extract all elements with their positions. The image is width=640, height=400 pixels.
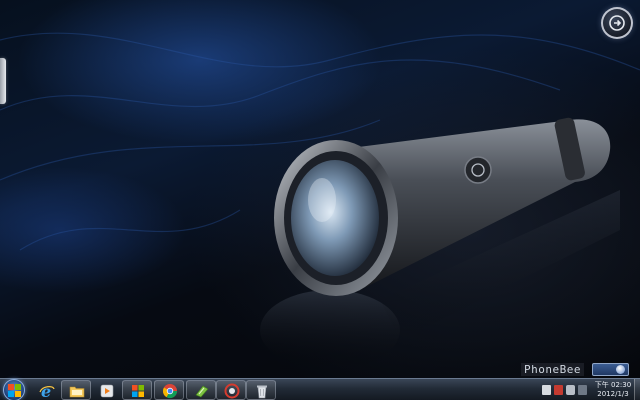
network-icon[interactable] <box>554 385 563 395</box>
flag-icon[interactable] <box>542 385 551 395</box>
power-icon <box>609 15 625 31</box>
watermark-text: PhoneBee <box>521 363 584 376</box>
flashlight-wallpaper <box>0 32 640 370</box>
taskbar-chrome[interactable] <box>154 380 184 400</box>
taskbar-internet-explorer[interactable]: e <box>31 380 61 400</box>
taskbar-recycle-bin[interactable] <box>246 380 276 400</box>
taskbar-green-app[interactable] <box>186 380 216 400</box>
windows-logo-icon <box>8 384 21 397</box>
ie-icon: e <box>39 383 55 399</box>
taskbar-media-player[interactable] <box>91 380 121 400</box>
circle-app-icon <box>224 383 240 399</box>
start-button[interactable] <box>3 379 25 400</box>
clock-date[interactable]: 2012/1/3 <box>592 390 634 398</box>
power-button[interactable] <box>601 7 633 39</box>
chrome-icon <box>162 384 178 399</box>
taskbar: e 下午 02:30 2012/1/3 <box>0 378 640 400</box>
trash-icon <box>257 385 267 399</box>
clock-time[interactable]: 下午 02:30 <box>592 381 634 389</box>
show-desktop-button[interactable] <box>634 379 640 400</box>
green-app-icon <box>195 385 209 398</box>
taskbar-file-explorer[interactable] <box>61 380 91 400</box>
desktop[interactable]: PhoneBee <box>0 0 640 378</box>
folder-icon <box>69 386 85 398</box>
device-icon[interactable] <box>578 385 587 395</box>
help-icon <box>616 365 625 374</box>
sidebar-gadget-handle[interactable] <box>0 58 6 104</box>
taskbar-circle-app[interactable] <box>216 380 246 400</box>
svg-text:e: e <box>41 383 51 399</box>
taskbar-windows-app[interactable] <box>122 380 152 400</box>
notification-popup[interactable] <box>592 363 629 376</box>
volume-icon[interactable] <box>566 385 575 395</box>
media-player-icon <box>100 384 114 398</box>
windows-flag-icon <box>132 385 144 397</box>
